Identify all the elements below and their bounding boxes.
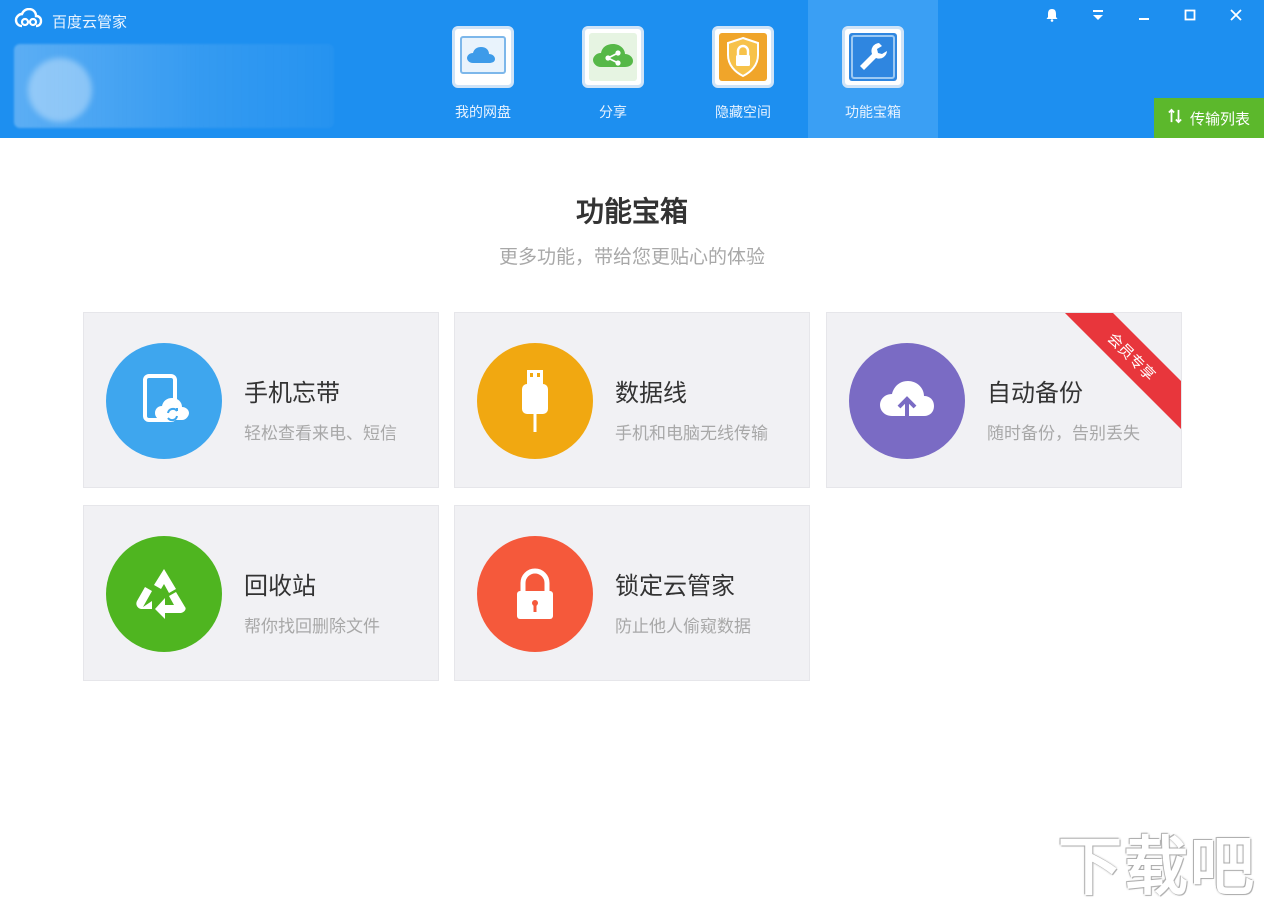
padlock-icon	[477, 536, 593, 652]
nav-my-disk-label: 我的网盘	[455, 105, 511, 121]
card-title: 锁定云管家	[615, 572, 735, 600]
app-title-text: 百度云管家	[52, 12, 128, 31]
watermark-logo: 下载吧	[1058, 830, 1256, 905]
wrench-icon	[842, 26, 904, 88]
cloud-disk-icon	[452, 26, 514, 88]
main-nav: 我的网盘 分享 隐藏空间 功能宝箱	[418, 0, 938, 138]
header-bar: 百度云管家 我的网盘 分享 隐藏空间 功能宝箱 传输列表	[0, 0, 1264, 138]
phone-sync-icon	[106, 343, 222, 459]
lock-shield-icon	[712, 26, 774, 88]
page-title: 功能宝箱	[575, 195, 688, 228]
card-description: 轻松查看来电、短信	[244, 424, 397, 444]
card-title: 手机忘带	[244, 379, 340, 407]
card-title: 回收站	[244, 572, 316, 600]
nav-share[interactable]: 分享	[548, 0, 678, 138]
share-icon	[582, 26, 644, 88]
card-title: 自动备份	[987, 379, 1083, 407]
transfer-arrows-icon	[1168, 107, 1182, 129]
card-description: 随时备份，告别丢失	[987, 424, 1140, 444]
card-description: 防止他人偷窥数据	[615, 617, 751, 637]
app-title: 百度云管家	[14, 7, 128, 34]
minimize-icon[interactable]	[1124, 2, 1164, 28]
window-controls	[1032, 2, 1256, 28]
nav-my-disk[interactable]: 我的网盘	[418, 0, 548, 138]
nav-hidden-space-label: 隐藏空间	[715, 105, 771, 121]
card-phone-forgotten[interactable]: 手机忘带 轻松查看来电、短信	[83, 312, 439, 488]
nav-share-label: 分享	[599, 105, 627, 121]
notification-bell-icon[interactable]	[1032, 2, 1072, 28]
transfer-list-label: 传输列表	[1189, 109, 1250, 128]
card-description: 手机和电脑无线传输	[615, 424, 768, 444]
nav-toolbox-label: 功能宝箱	[845, 105, 901, 121]
close-icon[interactable]	[1216, 2, 1256, 28]
recycle-icon	[106, 536, 222, 652]
card-title: 数据线	[615, 379, 687, 407]
baidu-cloud-logo-icon	[14, 7, 44, 34]
card-recycle-bin[interactable]: 回收站 帮你找回删除文件	[83, 505, 439, 681]
card-lock-manager[interactable]: 锁定云管家 防止他人偷窥数据	[454, 505, 810, 681]
nav-hidden-space[interactable]: 隐藏空间	[678, 0, 808, 138]
nav-toolbox[interactable]: 功能宝箱	[808, 0, 938, 138]
card-auto-backup[interactable]: 自动备份 随时备份，告别丢失 会员专享	[826, 312, 1182, 488]
maximize-icon[interactable]	[1170, 2, 1210, 28]
usb-cable-icon	[477, 343, 593, 459]
card-data-cable[interactable]: 数据线 手机和电脑无线传输	[454, 312, 810, 488]
page-subtitle: 更多功能，带给您更贴心的体验	[498, 246, 765, 268]
cloud-upload-icon	[849, 343, 965, 459]
app-window: 百度云管家 我的网盘 分享 隐藏空间 功能宝箱 传输列表 功能宝箱 更多功能，带…	[0, 0, 1264, 912]
avatar[interactable]	[28, 58, 92, 122]
transfer-list-button[interactable]: 传输列表	[1154, 98, 1264, 138]
menu-dropdown-icon[interactable]	[1078, 2, 1118, 28]
card-description: 帮你找回删除文件	[244, 617, 380, 637]
